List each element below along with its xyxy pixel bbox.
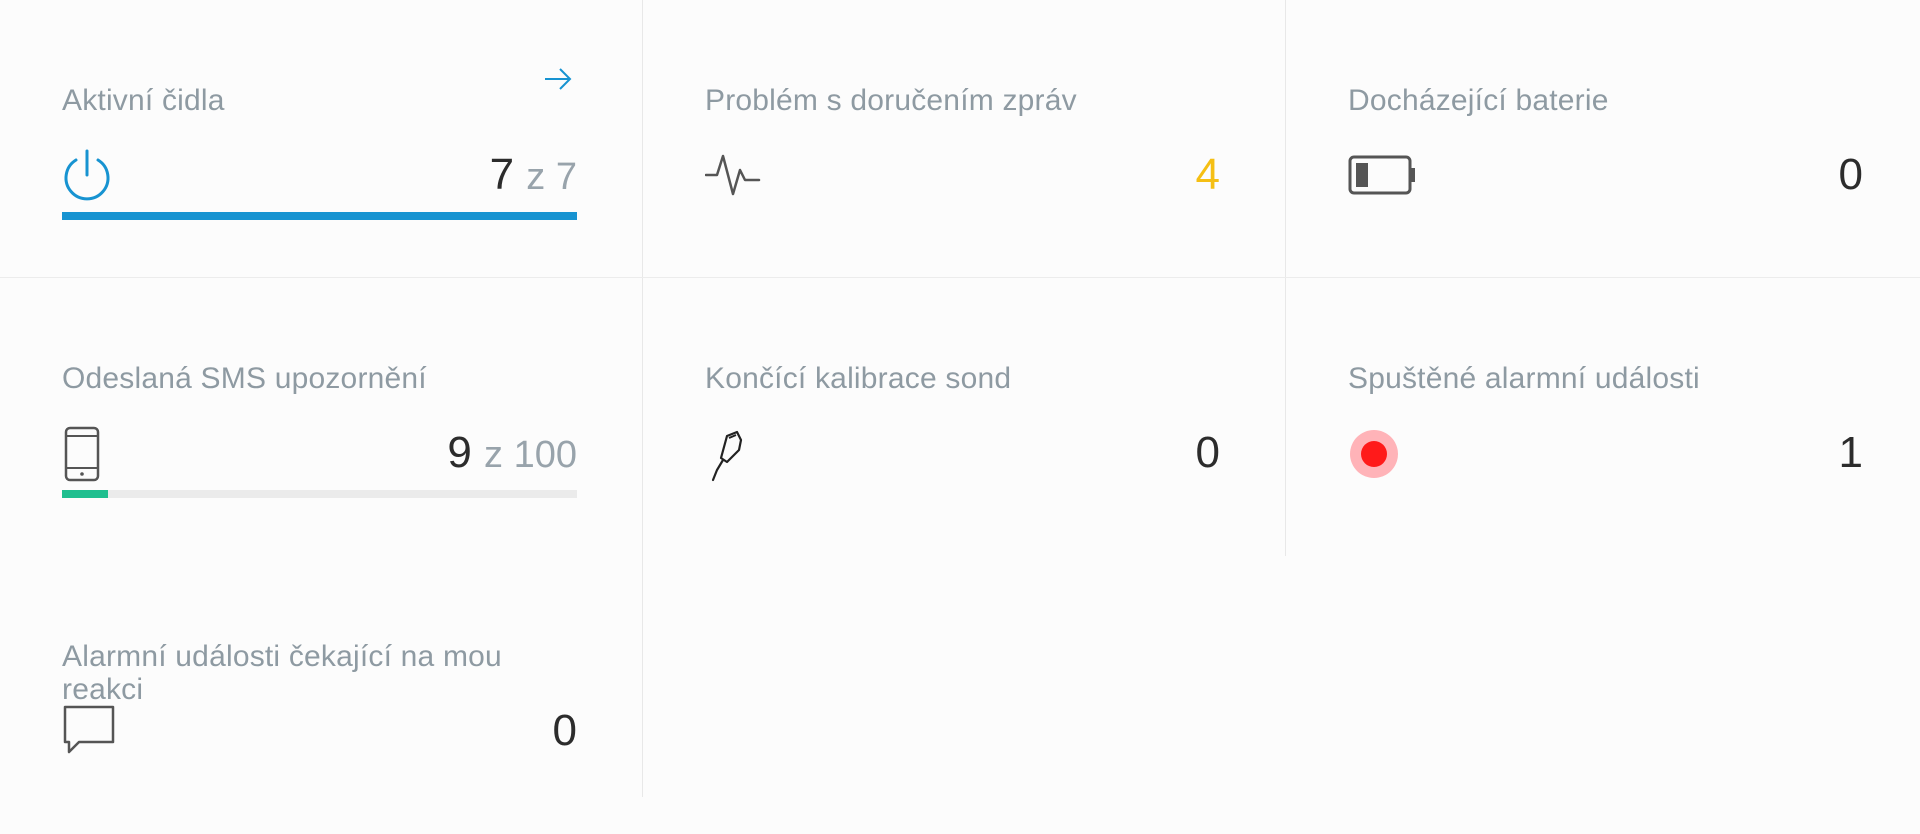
card-pending-alarms[interactable]: Alarmní události čekající na mou reakci … [0,556,643,834]
probe-icon [705,428,751,489]
card-title: Aktivní čidla [62,84,225,117]
card-value: 7 z 7 [490,150,577,202]
card-value: 9 z 100 [447,428,577,480]
card-value: 4 [1195,150,1220,199]
card-title: Spuštěné alarmní události [1348,362,1700,395]
progress-bar [62,212,577,220]
card-active-sensors[interactable]: Aktivní čidla 7 z 7 [0,0,643,278]
card-title: Odeslaná SMS upozornění [62,362,427,395]
value-total: z 7 [526,156,577,198]
card-probe-calibration[interactable]: Končící kalibrace sond 0 [643,278,1286,556]
value-count: 9 [447,428,472,477]
pulse-icon [704,148,761,207]
card-low-battery[interactable]: Docházející baterie 0 [1286,0,1920,278]
card-delivery-problem[interactable]: Problém s doručením zpráv 4 [643,0,1286,278]
value-count: 7 [489,150,515,199]
progress-fill [62,212,577,220]
progress-bar [62,490,577,498]
dashboard-grid: Aktivní čidla 7 z 7 Problém s doručením … [0,0,1920,797]
card-value: 0 [1195,428,1220,477]
card-value: 0 [1838,150,1863,199]
card-title: Problém s doručením zpráv [705,84,1077,117]
phone-icon [62,426,102,487]
progress-fill [62,490,109,498]
value-total: z 100 [484,434,577,476]
card-title: Alarmní události čekající na mou reakci [62,640,502,706]
card-triggered-alarms[interactable]: Spuštěné alarmní události 1 [1286,278,1920,556]
card-title: Docházející baterie [1348,84,1609,117]
card-title: Končící kalibrace sond [705,362,1012,395]
arrow-right-icon[interactable] [543,64,573,99]
card-value: 0 [552,706,577,755]
alarm-dot-icon [1348,428,1400,485]
power-icon [62,148,112,207]
card-value: 1 [1838,428,1863,477]
battery-low-icon [1348,154,1418,201]
chat-bubble-icon [62,704,116,763]
card-sms-sent[interactable]: Odeslaná SMS upozornění 9 z 100 [0,278,643,556]
